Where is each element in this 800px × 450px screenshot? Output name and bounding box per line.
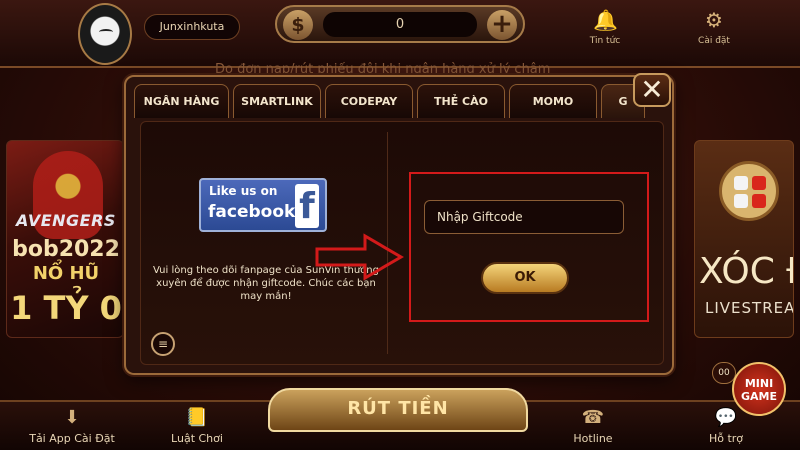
close-button[interactable]: ✕ (633, 73, 671, 107)
banner-prize: 1 TỶ 0 (10, 289, 122, 327)
chat-icon: 💬 (714, 407, 738, 428)
facebook-icon: f (295, 184, 319, 228)
phone-icon: ☎ (581, 407, 605, 428)
settings-button[interactable]: ⚙ Cài đặt (676, 0, 752, 56)
add-funds-button[interactable]: + (487, 10, 517, 40)
dollar-icon: $ (283, 10, 313, 40)
settings-label: Cài đặt (698, 36, 730, 46)
facebook-like-button[interactable]: Like us on facebook f (199, 178, 327, 232)
banner-code: bob2022 (12, 237, 120, 262)
top-bar: Junxinhkuta $ 0 + 🔔 Tin tức ⚙ Cài đặt (0, 0, 800, 68)
download-app-button[interactable]: ⬇ Tải App Cài Đặt (22, 402, 122, 450)
news-button[interactable]: 🔔 Tin tức (567, 0, 643, 56)
facebook-like-text: Like us on (209, 184, 278, 198)
download-icon: ⬇ (64, 407, 80, 428)
deposit-modal: NGÂN HÀNG SMARTLINK CODEPAY THẺ CÀO MOMO… (124, 73, 674, 375)
xoc-dia-banner[interactable]: XÓC ĐĨ LIVESTREA (694, 140, 794, 338)
ok-button[interactable]: OK (481, 262, 569, 294)
dice-plate-icon (719, 161, 779, 221)
tab-ngan-hang[interactable]: NGÂN HÀNG (134, 84, 229, 118)
modal-tabs: NGÂN HÀNG SMARTLINK CODEPAY THẺ CÀO MOMO… (134, 84, 654, 120)
news-label: Tin tức (589, 36, 621, 46)
rules-label: Luật Chơi (171, 432, 223, 445)
tab-codepay[interactable]: CODEPAY (325, 84, 413, 118)
mini-game-button[interactable]: MINI GAME (732, 362, 786, 416)
giftcode-input[interactable] (424, 200, 624, 234)
hotline-button[interactable]: ☎ Hotline (553, 402, 633, 450)
gear-icon: ⚙ (705, 8, 723, 32)
arrow-right-icon (315, 233, 404, 281)
download-app-label: Tải App Cài Đặt (29, 432, 115, 445)
tab-the-cao[interactable]: THẺ CÀO (417, 84, 505, 118)
banner-title: AVENGERS (16, 211, 116, 230)
hotline-label: Hotline (573, 432, 613, 445)
balance-box: $ 0 + (275, 5, 525, 43)
document-icon[interactable]: ≡ (151, 332, 175, 356)
rules-book-icon: 📒 (185, 407, 209, 428)
rules-button[interactable]: 📒 Luật Chơi (152, 402, 242, 450)
tab-smartlink[interactable]: SMARTLINK (233, 84, 321, 118)
balance-value: 0 (323, 12, 477, 37)
bell-icon: 🔔 (593, 8, 618, 32)
banner-jackpot: NỔ HŨ (32, 263, 100, 284)
username-label: Junxinhkuta (144, 14, 240, 40)
support-label: Hỗ trợ (708, 432, 744, 445)
banner-game-title: XÓC ĐĨ (699, 251, 793, 292)
withdraw-button[interactable]: RÚT TIỀN (268, 388, 528, 432)
avatar[interactable] (78, 3, 132, 65)
facebook-brand-text: facebook (208, 202, 296, 222)
giftcode-highlight-frame (409, 172, 649, 322)
banner-game-subtitle: LIVESTREA (705, 299, 794, 317)
tab-momo[interactable]: MOMO (509, 84, 597, 118)
avengers-banner[interactable]: AVENGERS bob2022 NỔ HŨ 1 TỶ 0 (6, 140, 124, 338)
